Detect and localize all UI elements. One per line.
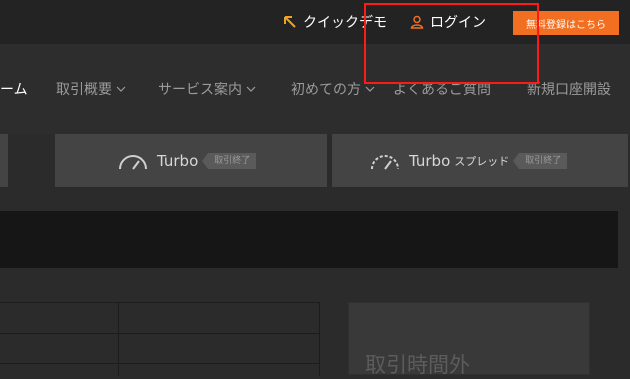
login-link[interactable]: ログイン: [410, 0, 486, 44]
tab-partial[interactable]: [0, 134, 8, 187]
nav-item-trading-overview[interactable]: 取引概要: [56, 79, 126, 99]
nav-item-home[interactable]: ーム: [0, 79, 28, 99]
rate-table: [0, 302, 320, 376]
signup-button[interactable]: 無料登録はこちら: [513, 11, 619, 35]
chevron-down-icon: [365, 86, 375, 92]
table-divider: [319, 303, 320, 376]
table-divider: [118, 303, 119, 376]
info-band: [0, 211, 618, 268]
nav-item-services[interactable]: サービス案内: [158, 79, 256, 99]
gauge-icon: [371, 154, 399, 170]
status-badge: 取引終了: [513, 152, 568, 169]
table-row: [0, 333, 320, 364]
status-badge: 取引終了: [202, 152, 257, 169]
table-row: [0, 303, 320, 334]
tab-turbo-label: Turbo: [157, 151, 199, 170]
tab-turbo[interactable]: Turbo 取引終了: [55, 134, 327, 187]
main-nav: ーム 取引概要 サービス案内 初めての方 よくあるご質問 新規口座開設: [0, 44, 630, 134]
nav-item-beginners[interactable]: 初めての方: [291, 79, 375, 99]
chevron-down-icon: [246, 86, 256, 92]
quick-demo-label: クイックデモ: [303, 15, 387, 31]
arrow-up-left-icon: [283, 15, 297, 29]
product-tabs: Turbo 取引終了 Turbo スプレッド 取引終了: [0, 134, 630, 190]
gauge-icon: [119, 154, 147, 170]
tab-turbo-spread-sub: スプレッド: [454, 154, 510, 168]
nav-item-open-account[interactable]: 新規口座開設: [527, 79, 611, 99]
nav-item-faq[interactable]: よくあるご質問: [393, 79, 491, 99]
top-bar: クイックデモ ログイン 無料登録はこちら: [0, 0, 630, 44]
chevron-down-icon: [116, 86, 126, 92]
tab-turbo-spread-label: Turbo: [409, 151, 451, 170]
quick-demo-link[interactable]: クイックデモ: [283, 0, 387, 44]
market-status-panel: 取引時間外: [348, 302, 590, 377]
user-icon: [410, 15, 424, 29]
tab-turbo-spread[interactable]: Turbo スプレッド 取引終了: [332, 134, 628, 187]
login-label: ログイン: [430, 15, 486, 31]
